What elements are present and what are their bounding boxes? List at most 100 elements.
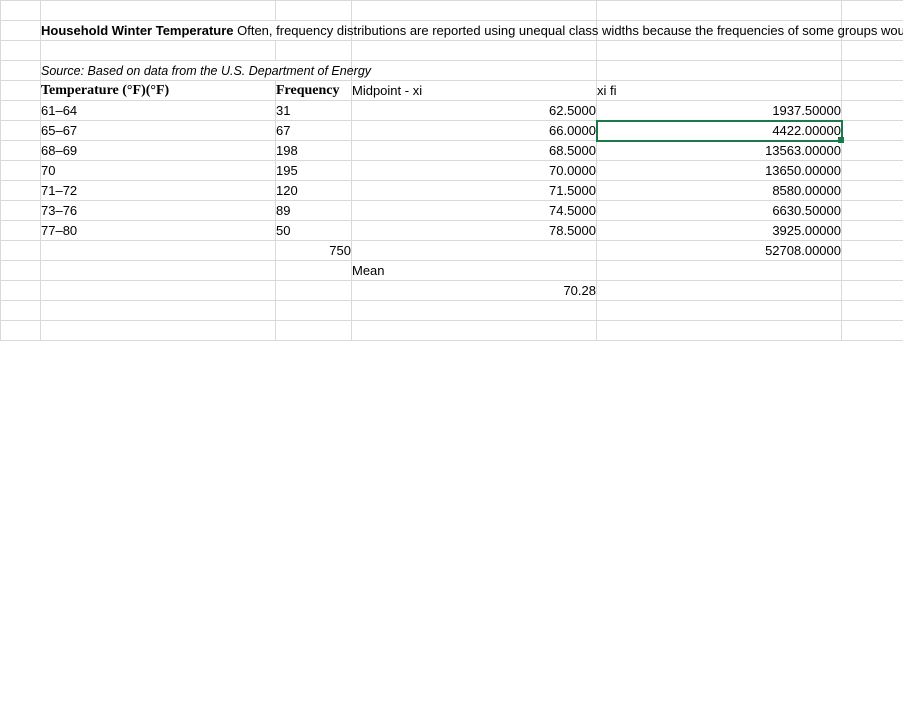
col-header-xifi[interactable]: xi fi bbox=[597, 81, 842, 101]
temp-cell[interactable]: 77–80 bbox=[41, 221, 276, 241]
cell[interactable] bbox=[842, 201, 903, 221]
total-xifi-cell[interactable]: 52708.00000 bbox=[597, 241, 842, 261]
mean-label-cell[interactable]: Mean bbox=[352, 261, 597, 281]
midpoint-cell[interactable]: 70.0000 bbox=[352, 161, 597, 181]
cell[interactable] bbox=[41, 241, 276, 261]
cell[interactable] bbox=[1, 141, 41, 161]
cell[interactable] bbox=[842, 321, 903, 341]
xifi-cell[interactable]: 13563.00000 bbox=[597, 141, 842, 161]
temp-cell[interactable]: 61–64 bbox=[41, 101, 276, 121]
xifi-cell[interactable]: 8580.00000 bbox=[597, 181, 842, 201]
cell[interactable] bbox=[276, 41, 352, 61]
col-header-temperature[interactable]: Temperature (°F)(°F) bbox=[41, 81, 276, 101]
freq-cell[interactable]: 198 bbox=[276, 141, 352, 161]
spreadsheet-sheet[interactable]: Household Winter Temperature Often, freq… bbox=[0, 0, 903, 705]
freq-cell[interactable]: 50 bbox=[276, 221, 352, 241]
xifi-cell[interactable]: 1937.50000 bbox=[597, 101, 842, 121]
problem-text[interactable]: Household Winter Temperature Often, freq… bbox=[41, 21, 352, 41]
cell[interactable] bbox=[842, 161, 903, 181]
midpoint-cell[interactable]: 78.5000 bbox=[352, 221, 597, 241]
midpoint-cell[interactable]: 68.5000 bbox=[352, 141, 597, 161]
cell[interactable] bbox=[842, 181, 903, 201]
cell[interactable] bbox=[41, 301, 276, 321]
cell[interactable] bbox=[842, 141, 903, 161]
cell[interactable] bbox=[842, 281, 903, 301]
cell[interactable] bbox=[276, 281, 352, 301]
midpoint-cell[interactable]: 66.0000 bbox=[352, 121, 597, 141]
cell[interactable] bbox=[1, 161, 41, 181]
temp-cell[interactable]: 71–72 bbox=[41, 181, 276, 201]
cell[interactable] bbox=[276, 301, 352, 321]
cell[interactable] bbox=[1, 261, 41, 281]
cell[interactable] bbox=[41, 1, 276, 21]
cell[interactable] bbox=[597, 281, 842, 301]
cell[interactable] bbox=[842, 261, 903, 281]
cell[interactable] bbox=[842, 241, 903, 261]
col-header-midpoint[interactable]: Midpoint - xi bbox=[352, 81, 597, 101]
cell[interactable] bbox=[1, 321, 41, 341]
cell[interactable] bbox=[597, 261, 842, 281]
temp-cell[interactable]: 73–76 bbox=[41, 201, 276, 221]
xifi-cell[interactable]: 6630.50000 bbox=[597, 201, 842, 221]
cell[interactable] bbox=[1, 21, 41, 41]
cell[interactable] bbox=[597, 61, 842, 81]
cell[interactable] bbox=[276, 1, 352, 21]
cell[interactable] bbox=[276, 321, 352, 341]
cell[interactable] bbox=[352, 61, 597, 81]
cell[interactable] bbox=[1, 101, 41, 121]
freq-cell[interactable]: 67 bbox=[276, 121, 352, 141]
totals-row: 750 52708.00000 bbox=[1, 241, 903, 261]
total-freq-cell[interactable]: 750 bbox=[276, 241, 352, 261]
cell[interactable] bbox=[1, 301, 41, 321]
cell[interactable] bbox=[597, 41, 842, 61]
cell[interactable] bbox=[1, 281, 41, 301]
cell[interactable] bbox=[41, 281, 276, 301]
cell[interactable] bbox=[41, 41, 276, 61]
cell[interactable] bbox=[352, 301, 597, 321]
cell[interactable] bbox=[1, 61, 41, 81]
xifi-cell[interactable]: 3925.00000 bbox=[597, 221, 842, 241]
cell[interactable] bbox=[41, 321, 276, 341]
midpoint-cell[interactable]: 71.5000 bbox=[352, 181, 597, 201]
mean-value-cell[interactable]: 70.28 bbox=[352, 281, 597, 301]
cell[interactable] bbox=[842, 221, 903, 241]
cell[interactable] bbox=[1, 181, 41, 201]
cell[interactable] bbox=[597, 301, 842, 321]
cell[interactable] bbox=[842, 121, 903, 141]
cell[interactable] bbox=[41, 261, 276, 281]
cell[interactable] bbox=[1, 1, 41, 21]
cell[interactable] bbox=[352, 241, 597, 261]
cell[interactable] bbox=[352, 41, 597, 61]
cell[interactable] bbox=[352, 321, 597, 341]
cell[interactable] bbox=[1, 201, 41, 221]
cell[interactable] bbox=[842, 81, 903, 101]
temp-cell[interactable]: 68–69 bbox=[41, 141, 276, 161]
cell[interactable] bbox=[276, 261, 352, 281]
source-text[interactable]: Source: Based on data from the U.S. Depa… bbox=[41, 61, 352, 81]
cell[interactable] bbox=[1, 121, 41, 141]
cell[interactable] bbox=[1, 241, 41, 261]
cell[interactable] bbox=[842, 41, 903, 61]
cell[interactable] bbox=[352, 1, 597, 21]
freq-cell[interactable]: 31 bbox=[276, 101, 352, 121]
cell[interactable] bbox=[597, 321, 842, 341]
cell[interactable] bbox=[1, 41, 41, 61]
xifi-cell[interactable]: 13650.00000 bbox=[597, 161, 842, 181]
midpoint-cell[interactable]: 74.5000 bbox=[352, 201, 597, 221]
temp-cell[interactable]: 65–67 bbox=[41, 121, 276, 141]
cell[interactable] bbox=[842, 101, 903, 121]
freq-cell[interactable]: 120 bbox=[276, 181, 352, 201]
cell[interactable] bbox=[1, 221, 41, 241]
col-header-frequency[interactable]: Frequency bbox=[276, 81, 352, 101]
cell[interactable] bbox=[597, 1, 842, 21]
freq-cell[interactable]: 89 bbox=[276, 201, 352, 221]
cell[interactable] bbox=[842, 301, 903, 321]
freq-cell[interactable]: 195 bbox=[276, 161, 352, 181]
cell[interactable] bbox=[1, 81, 41, 101]
cell[interactable] bbox=[842, 1, 903, 21]
spreadsheet-grid[interactable]: Household Winter Temperature Often, freq… bbox=[0, 0, 903, 341]
xifi-cell-active[interactable]: 4422.00000 bbox=[597, 121, 842, 141]
temp-cell[interactable]: 70 bbox=[41, 161, 276, 181]
cell[interactable] bbox=[842, 61, 903, 81]
midpoint-cell[interactable]: 62.5000 bbox=[352, 101, 597, 121]
